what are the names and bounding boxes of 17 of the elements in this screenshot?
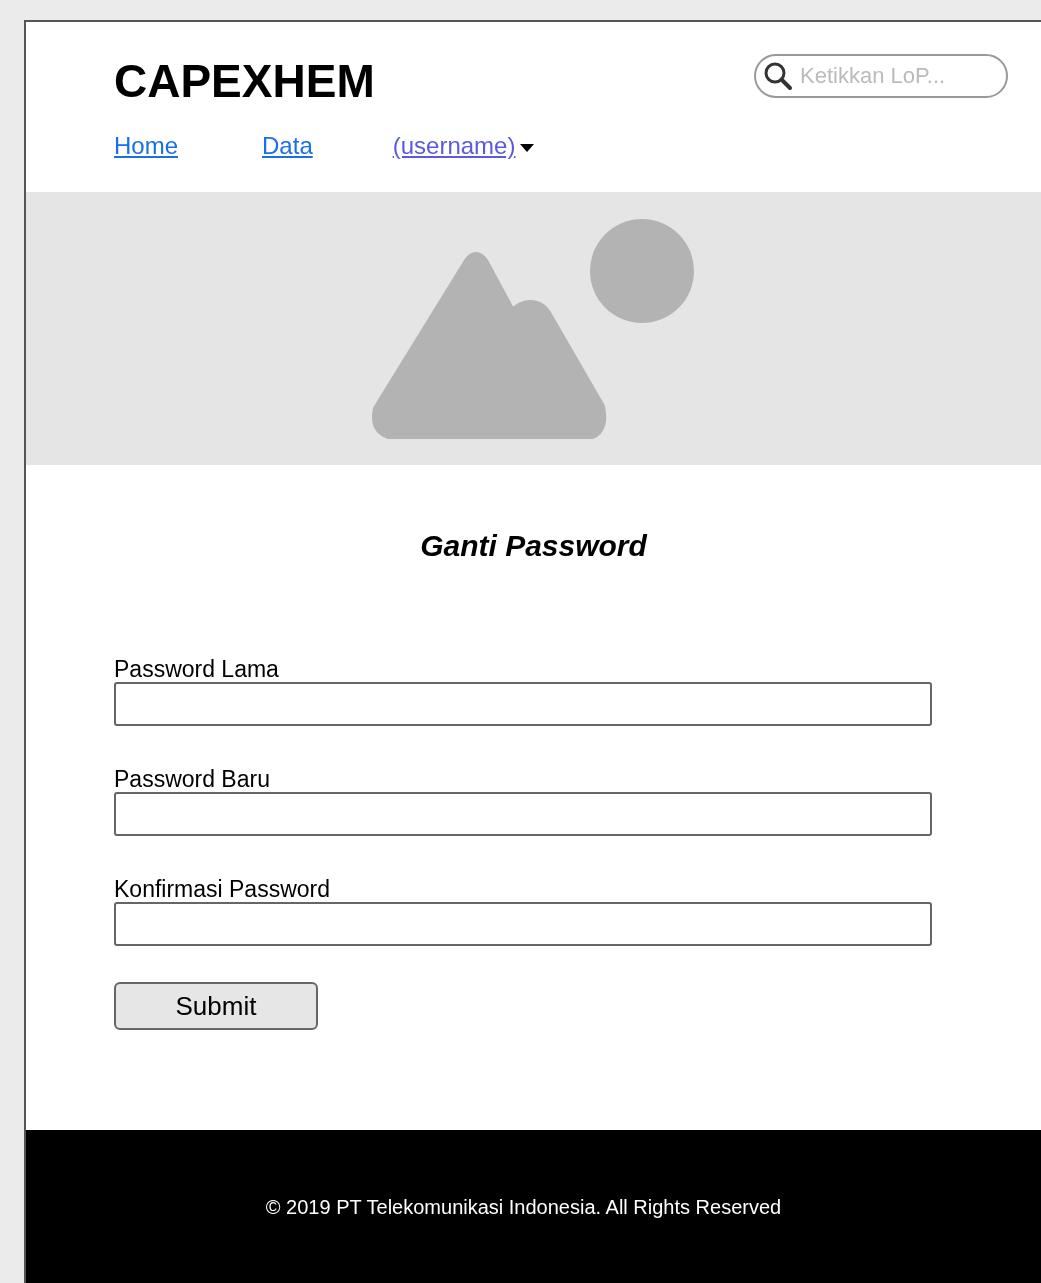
field-label: Konfirmasi Password <box>114 876 332 902</box>
field-label: Password Baru <box>114 766 271 792</box>
search-icon <box>762 60 794 92</box>
user-menu-link[interactable]: (username) <box>392 128 516 164</box>
search-field[interactable]: Ketikkan LoP... <box>754 54 1008 98</box>
image-placeholder-icon <box>371 218 696 439</box>
field-label: Password Lama <box>114 656 280 682</box>
nav-link[interactable]: Home <box>114 128 179 164</box>
password-field[interactable] <box>114 792 932 836</box>
caret-icon[interactable] <box>520 144 535 152</box>
copyright-text: © 2019 PT Telekomunikasi Indonesia. All Rights Reserved <box>265 1194 782 1220</box>
password-field[interactable] <box>114 682 932 726</box>
site-logo: CAPEXHEM <box>114 58 375 104</box>
form-title: Ganti Password <box>419 528 649 564</box>
nav-link[interactable]: Data <box>262 128 313 164</box>
password-field[interactable] <box>114 902 932 946</box>
submit-button[interactable]: Submit <box>114 982 318 1030</box>
